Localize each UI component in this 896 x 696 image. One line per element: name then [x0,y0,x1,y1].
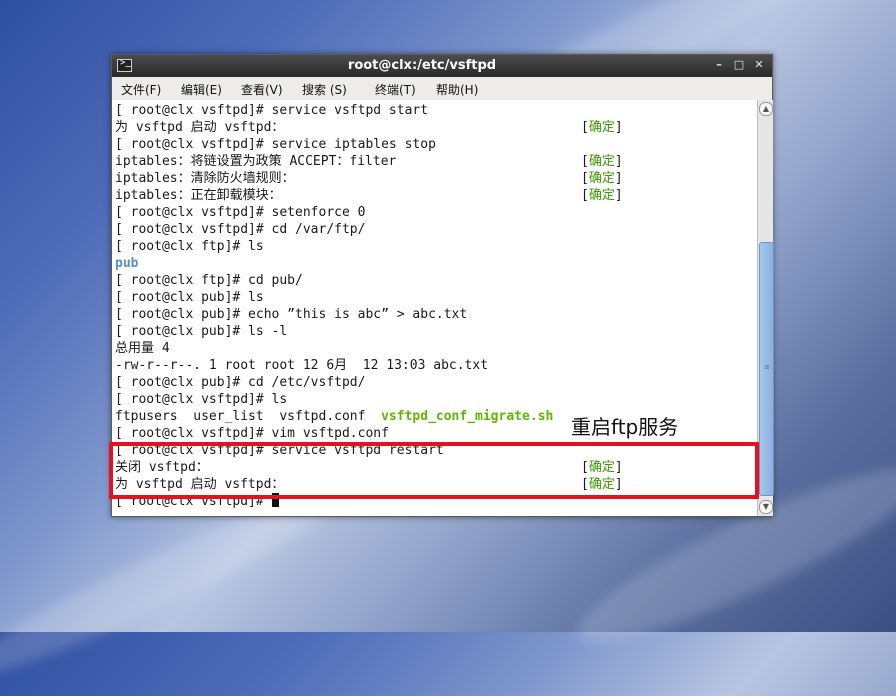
menu-terminal[interactable]: 终端(T) [375,81,416,98]
scroll-up-arrow-icon[interactable]: ▲ [759,102,773,116]
terminal-line: [ root@clx pub]# ls [115,290,264,305]
annotation-label: 重启ftp服务 [571,415,679,439]
terminal-line: 总用量 4 [115,341,170,356]
terminal-line: 为 vsftpd 启动 vsftpd： [115,120,285,135]
minimize-button[interactable]: – [712,58,726,72]
status-ok: [确定] [581,171,623,186]
terminal-line: [ root@clx vsftpd]# vim vsftpd.conf [115,426,389,441]
terminal-line: iptables：清除防火墙规则： [115,171,295,186]
scroll-thumb[interactable]: ≡ [759,242,774,496]
status-ok: [确定] [581,154,623,169]
vertical-scrollbar[interactable]: ▲ ≡ ▼ [757,100,774,516]
terminal-line: [ root@clx ftp]# cd pub/ [115,273,303,288]
menu-file[interactable]: 文件(F) [121,81,161,98]
close-button[interactable]: ✕ [752,58,766,72]
terminal-line: iptables：正在卸载模块： [115,188,282,203]
terminal-line: -rw-r--r--. 1 root root 12 6月 12 13:03 a… [115,358,489,373]
terminal-line: [ root@clx ftp]# ls [115,239,264,254]
terminal-line: ftpusers user_list vsftpd.conf vsftpd_co… [115,408,553,425]
terminal-line: iptables：将链设置为政策 ACCEPT：filter [115,154,397,169]
annotation-highlight-box [109,442,759,499]
executable-file: vsftpd_conf_migrate.sh [381,409,554,424]
maximize-button[interactable]: □ [732,58,746,72]
grip-icon: ≡ [764,363,770,371]
terminal-line: [ root@clx vsftpd]# service iptables sto… [115,137,436,152]
menu-view[interactable]: 查看(V) [241,81,283,98]
directory-entry: pub [115,256,139,271]
window-title: root@clx:/etc/vsftpd [347,58,497,73]
menu-edit[interactable]: 编辑(E) [181,81,222,98]
scroll-down-arrow-icon[interactable]: ▼ [759,500,773,514]
terminal-line: [ root@clx vsftpd]# setenforce 0 [115,205,366,220]
menu-search[interactable]: 搜索 (S) [302,81,347,98]
terminal-line: [ root@clx vsftpd]# ls [115,392,288,407]
menu-help[interactable]: 帮助(H) [436,81,478,98]
status-ok: [确定] [581,188,623,203]
title-bar[interactable]: >_ root@clx:/etc/vsftpd – □ ✕ [112,55,772,77]
status-ok: [确定] [581,120,623,135]
terminal-line: [ root@clx vsftpd]# cd /var/ftp/ [115,222,366,237]
ls-file-list: ftpusers user_list vsftpd.conf [115,409,382,424]
terminal-line: [ root@clx pub]# cd /etc/vsftpd/ [115,375,366,390]
terminal-line: [ root@clx vsftpd]# service vsftpd start [115,103,429,118]
terminal-line: [ root@clx pub]# echo ”this is abc” > ab… [115,307,468,322]
terminal-line: [ root@clx pub]# ls -l [115,324,288,339]
menu-bar: 文件(F) 编辑(E) 查看(V) 搜索 (S) 终端(T) 帮助(H) [112,77,772,100]
